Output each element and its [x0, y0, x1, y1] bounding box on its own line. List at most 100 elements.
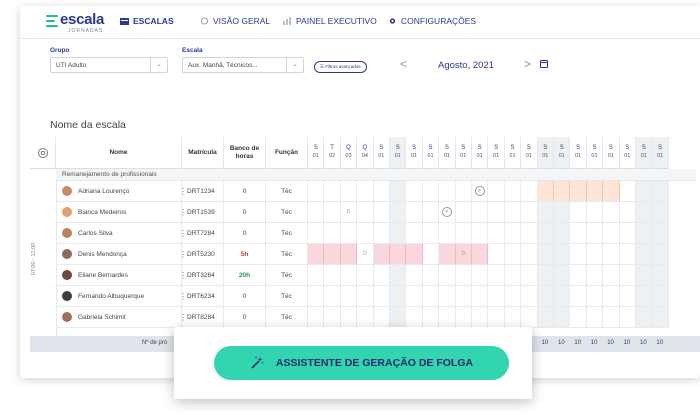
day-cell[interactable]: [357, 307, 374, 328]
nav-escalas[interactable]: ESCALAS: [120, 16, 174, 26]
day-cell[interactable]: [603, 307, 620, 328]
day-cell[interactable]: [488, 223, 505, 244]
day-cell[interactable]: [488, 181, 505, 202]
day-cell[interactable]: [472, 223, 489, 244]
day-cell[interactable]: [390, 286, 407, 307]
col-header-funcao[interactable]: Função: [266, 137, 308, 169]
day-cell[interactable]: [373, 202, 390, 223]
day-cell[interactable]: [406, 307, 423, 328]
day-header[interactable]: S 01: [619, 137, 636, 169]
table-row[interactable]: Bianca Medeiros ⋮ DRT1539 0 Téc D F: [30, 202, 700, 223]
day-cell[interactable]: [373, 286, 390, 307]
day-cell[interactable]: [521, 181, 538, 202]
day-cell[interactable]: [521, 223, 538, 244]
day-cell[interactable]: [357, 286, 374, 307]
day-header[interactable]: S 01: [554, 137, 571, 169]
day-cell[interactable]: [390, 307, 407, 328]
day-cell[interactable]: [603, 265, 620, 286]
day-cell[interactable]: [406, 265, 423, 286]
day-cell[interactable]: [521, 244, 538, 265]
day-cell[interactable]: [619, 244, 636, 265]
day-header[interactable]: S 01: [488, 137, 505, 169]
day-cell[interactable]: [422, 202, 440, 223]
day-cell[interactable]: [504, 223, 522, 244]
day-header[interactable]: S 01: [472, 137, 489, 169]
day-cell[interactable]: [636, 223, 653, 244]
day-cell[interactable]: [488, 244, 505, 265]
name-cell[interactable]: Adriana Lourenço ⋮: [56, 181, 187, 202]
day-cell[interactable]: [472, 286, 489, 307]
day-cell[interactable]: [422, 265, 440, 286]
day-cell[interactable]: [619, 181, 636, 202]
day-cell[interactable]: [636, 244, 653, 265]
day-cell[interactable]: [521, 307, 538, 328]
day-cell[interactable]: [652, 286, 669, 307]
day-cell[interactable]: [603, 286, 620, 307]
day-cell[interactable]: [406, 202, 423, 223]
day-cell[interactable]: [554, 202, 571, 223]
name-cell[interactable]: Eliane Bernardes ⋮: [56, 265, 187, 286]
day-cell[interactable]: [488, 307, 505, 328]
day-cell[interactable]: [324, 286, 341, 307]
table-row[interactable]: Denis Mendonça ⋮ DRT5230 5h Téc D D: [30, 244, 700, 265]
nav-visao-geral[interactable]: VISÃO GERAL: [200, 16, 270, 26]
escala-select[interactable]: Aux. Manhã, Técnicos... ⌄: [182, 57, 304, 73]
day-cell[interactable]: [324, 181, 341, 202]
day-cell[interactable]: [586, 244, 604, 265]
day-cell[interactable]: [357, 202, 374, 223]
day-header[interactable]: S 01: [537, 137, 554, 169]
day-cell[interactable]: [373, 265, 390, 286]
day-cell[interactable]: F: [439, 202, 456, 223]
day-cell[interactable]: [570, 265, 587, 286]
name-cell[interactable]: Fernando Albuquerque ⋮: [56, 286, 187, 307]
day-cell[interactable]: D: [455, 244, 472, 265]
day-cell[interactable]: [504, 244, 522, 265]
day-cell[interactable]: [636, 265, 653, 286]
day-cell[interactable]: [586, 202, 604, 223]
day-cell[interactable]: [603, 244, 620, 265]
day-cell[interactable]: [619, 202, 636, 223]
day-cell[interactable]: [570, 286, 587, 307]
table-row[interactable]: Fernando Albuquerque ⋮ DRT6234 0 Téc: [30, 286, 700, 307]
day-header[interactable]: T 02: [324, 137, 341, 169]
day-cell[interactable]: [308, 265, 325, 286]
day-header[interactable]: Q 04: [357, 137, 374, 169]
day-cell[interactable]: [373, 307, 390, 328]
day-cell[interactable]: [504, 265, 522, 286]
day-cell[interactable]: [373, 244, 390, 265]
day-cell[interactable]: [340, 265, 358, 286]
day-cell[interactable]: [324, 265, 341, 286]
day-cell[interactable]: [455, 202, 472, 223]
day-cell[interactable]: [586, 265, 604, 286]
table-row[interactable]: Adriana Lourenço ⋮ DRT1234 0 Téc F: [30, 181, 700, 202]
day-cell[interactable]: [439, 265, 456, 286]
day-cell[interactable]: [308, 202, 325, 223]
day-cell[interactable]: [570, 223, 587, 244]
day-cell[interactable]: [324, 244, 341, 265]
day-cell[interactable]: [308, 181, 325, 202]
day-cell[interactable]: [504, 307, 522, 328]
day-cell[interactable]: [504, 286, 522, 307]
day-header[interactable]: S 01: [504, 137, 522, 169]
day-cell[interactable]: [586, 181, 604, 202]
day-cell[interactable]: [554, 307, 571, 328]
day-header[interactable]: S 01: [636, 137, 653, 169]
day-cell[interactable]: [603, 202, 620, 223]
col-header-nome[interactable]: Nome: [56, 137, 182, 169]
day-cell[interactable]: [455, 223, 472, 244]
day-header[interactable]: S 01: [586, 137, 604, 169]
day-cell[interactable]: [554, 181, 571, 202]
day-cell[interactable]: [636, 181, 653, 202]
name-cell[interactable]: Bianca Medeiros ⋮: [56, 202, 187, 223]
day-cell[interactable]: [340, 286, 358, 307]
day-cell[interactable]: [570, 202, 587, 223]
day-cell[interactable]: [390, 202, 407, 223]
assistant-button[interactable]: ASSISTENTE DE GERAÇÃO DE FOLGA: [214, 346, 509, 380]
day-header[interactable]: S 01: [439, 137, 456, 169]
calendar-icon[interactable]: [540, 60, 548, 68]
day-cell[interactable]: [504, 202, 522, 223]
day-cell[interactable]: [472, 244, 489, 265]
day-cell[interactable]: [455, 286, 472, 307]
col-header-banco[interactable]: Banco de horas: [224, 137, 266, 169]
day-cell[interactable]: [340, 244, 358, 265]
